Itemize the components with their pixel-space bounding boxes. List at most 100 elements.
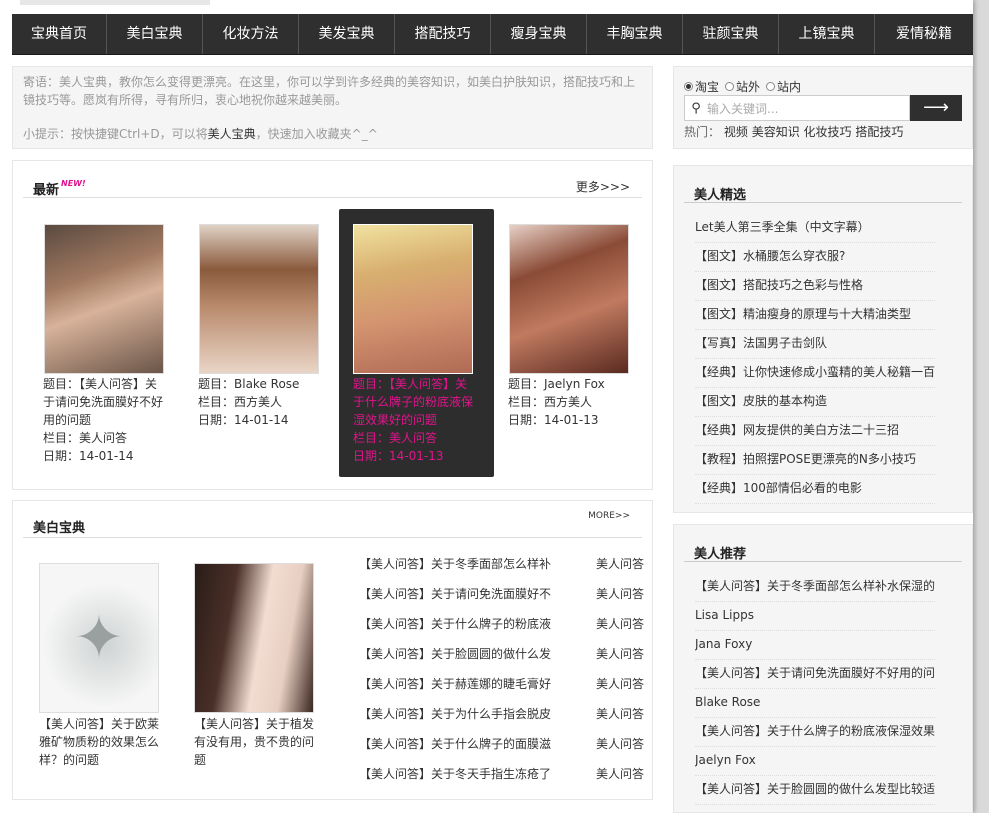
article-title[interactable]: 【美人问答】关于赫莲娜的睫毛膏好 (359, 669, 559, 699)
recommend-item[interactable]: Lisa Lipps (695, 601, 935, 631)
picks-item[interactable]: 【图文】精油瘦身的原理与十大精油类型 (695, 300, 935, 330)
card-title[interactable]: 【美人问答】关于欧莱雅矿物质粉的效果怎么样？的问题 (39, 715, 161, 769)
nav-love[interactable]: 爱情秘籍 (875, 14, 973, 54)
product-image[interactable]: ✦ (39, 563, 159, 713)
radio-dot[interactable] (766, 82, 776, 91)
article-row[interactable]: 【美人问答】关于赫莲娜的睫毛膏好 美人问答 (359, 669, 644, 699)
whitening-more-link[interactable]: MORE>> (588, 511, 630, 521)
nav-bust[interactable]: 丰胸宝典 (587, 14, 683, 54)
article-tag[interactable]: 美人问答 (596, 639, 644, 669)
nav-slimming[interactable]: 瘦身宝典 (491, 14, 587, 54)
hot-link[interactable]: 视频 (724, 125, 748, 139)
article-row[interactable]: 【美人问答】关于冬天手指生冻疮了 美人问答 (359, 759, 644, 789)
portrait-image[interactable] (194, 563, 314, 713)
article-row[interactable]: 【美人问答】关于什么牌子的面膜滋 美人问答 (359, 729, 644, 759)
article-title[interactable]: 【美人问答】关于冬天手指生冻疮了 (359, 759, 559, 789)
radio-external[interactable]: 站外 (725, 78, 760, 95)
article-row[interactable]: 【美人问答】关于请问免洗面膜好不 美人问答 (359, 579, 644, 609)
article-tag[interactable]: 美人问答 (596, 669, 644, 699)
picks-title: 美人精选 (694, 188, 747, 203)
picks-section: 美人精选 Let美人第三季全集（中文字幕） 【图文】水桶腰怎么穿衣服? 【图文】… (673, 165, 973, 513)
picks-item[interactable]: 【图文】皮肤的基本构造 (695, 387, 935, 417)
picks-item[interactable]: 【图文】水桶腰怎么穿衣服? (695, 242, 935, 272)
nav-matching[interactable]: 搭配技巧 (395, 14, 491, 54)
search-input[interactable]: ⚲ 输入关键词... (684, 95, 910, 121)
tip-suffix: ，快速加入收藏夹^_^ (255, 127, 378, 141)
article-tag[interactable]: 美人问答 (596, 549, 644, 579)
recommend-item[interactable]: Jaelyn Fox (695, 746, 935, 776)
picks-item[interactable]: 【经典】网友提供的美白方法二十三招 (695, 416, 935, 446)
picks-item[interactable]: 【教程】拍照摆POSE更漂亮的N多小技巧 (695, 445, 935, 475)
radio-internal[interactable]: 站内 (766, 78, 801, 95)
latest-card[interactable]: 题目：Blake Rose 栏目：西方美人 日期：14-01-14 (194, 209, 329, 477)
tip-prefix: 小提示：按快捷键Ctrl+D，可以将 (23, 127, 208, 141)
recommend-item[interactable]: Blake Rose (695, 688, 935, 718)
nav-makeup[interactable]: 化妆方法 (203, 14, 299, 54)
nav-home[interactable]: 宝典首页 (12, 14, 107, 54)
divider (23, 537, 642, 538)
article-row[interactable]: 【美人问答】关于为什么手指会脱皮 美人问答 (359, 699, 644, 729)
latest-card[interactable]: 题目：【美人问答】关于请问免洗面膜好不好用的问题 栏目：美人问答 日期：14-0… (39, 209, 174, 477)
article-tag[interactable]: 美人问答 (596, 699, 644, 729)
picks-item[interactable]: 【经典】100部情侣必看的电影 (695, 474, 935, 504)
whitening-card[interactable]: ✦ 【美人问答】关于欧莱雅矿物质粉的效果怎么样？的问题 (39, 563, 161, 769)
picks-item[interactable]: 【图文】搭配技巧之色彩与性格 (695, 271, 935, 301)
article-row[interactable]: 【美人问答】关于什么牌子的粉底液 美人问答 (359, 609, 644, 639)
nav-antiaging[interactable]: 驻颜宝典 (683, 14, 779, 54)
page: 宝典首页 美白宝典 化妆方法 美发宝典 搭配技巧 瘦身宝典 丰胸宝典 驻颜宝典 … (0, 0, 973, 813)
article-title[interactable]: 【美人问答】关于冬季面部怎么样补 (359, 549, 559, 579)
recommend-item[interactable]: 【美人问答】关于请问免洗面膜好不好用的问 (695, 659, 935, 689)
hot-link[interactable]: 化妆技巧 (804, 125, 852, 139)
article-title[interactable]: 【美人问答】关于什么牌子的面膜滋 (359, 729, 559, 759)
recommend-item[interactable]: 【美人问答】关于什么牌子的粉底液保湿效果 (695, 717, 935, 747)
article-title[interactable]: 【美人问答】关于什么牌子的粉底液 (359, 609, 559, 639)
article-row[interactable]: 【美人问答】关于冬季面部怎么样补 美人问答 (359, 549, 644, 579)
recommend-title: 美人推荐 (694, 547, 747, 562)
article-title[interactable]: 【美人问答】关于请问免洗面膜好不 (359, 579, 559, 609)
divider (684, 561, 962, 562)
recommend-item[interactable]: 【美人问答】关于冬季面部怎么样补水保湿的 (695, 572, 935, 602)
portrait-image[interactable] (199, 224, 319, 374)
bookmark-tip: 小提示：按快捷键Ctrl+D，可以将美人宝典，快速加入收藏夹^_^ (23, 125, 642, 143)
nav-whitening[interactable]: 美白宝典 (107, 14, 203, 54)
hot-link[interactable]: 搭配技巧 (855, 125, 903, 139)
radio-label: 站外 (736, 80, 761, 94)
radio-dot[interactable] (725, 82, 735, 91)
portrait-image[interactable] (509, 224, 629, 374)
divider (684, 202, 962, 203)
picks-item[interactable]: 【经典】让你快速修成小蛮精的美人秘籍一百 (695, 358, 935, 388)
latest-more-link[interactable]: 更多>>> (576, 178, 630, 195)
whitening-card[interactable]: 【美人问答】关于植发有没有用，贵不贵的问题 (194, 563, 316, 769)
article-tag[interactable]: 美人问答 (596, 609, 644, 639)
article-tag[interactable]: 美人问答 (596, 759, 644, 789)
portrait-image[interactable] (353, 224, 473, 374)
article-tag[interactable]: 美人问答 (596, 579, 644, 609)
picks-item[interactable]: Let美人第三季全集（中文字幕） (695, 213, 935, 243)
article-row[interactable]: 【美人问答】关于脸圆圆的做什么发 美人问答 (359, 639, 644, 669)
latest-card[interactable]: 题目：Jaelyn Fox 栏目：西方美人 日期：14-01-13 (504, 209, 639, 477)
radio-dot-checked[interactable] (684, 82, 693, 91)
hot-link[interactable]: 美容知识 (752, 125, 800, 139)
card-title[interactable]: 题目：【美人问答】关于请问免洗面膜好不好用的问题 (43, 375, 168, 429)
recommend-item[interactable]: 【美人问答】关于脸圆圆的做什么发型比较适 (695, 775, 935, 805)
latest-card-active[interactable]: 题目：【美人问答】关于什么牌子的粉底液保湿效果好的问题 栏目：美人问答 日期：1… (339, 209, 494, 477)
recommend-item[interactable]: Jana Foxy (695, 630, 935, 660)
nav-hair[interactable]: 美发宝典 (299, 14, 395, 54)
card-meta: 题目：Blake Rose 栏目：西方美人 日期：14-01-14 (198, 375, 323, 429)
hot-label: 热门： (684, 125, 721, 139)
nav-photogenic[interactable]: 上镜宝典 (779, 14, 875, 54)
article-tag[interactable]: 美人问答 (596, 729, 644, 759)
portrait-image[interactable] (44, 224, 164, 374)
card-title[interactable]: 题目：Jaelyn Fox (508, 375, 633, 393)
card-title[interactable]: 题目：【美人问答】关于什么牌子的粉底液保湿效果好的问题 (353, 375, 478, 429)
radio-taobao[interactable]: 淘宝 (684, 78, 719, 95)
hot-keywords: 热门： 视频 美容知识 化妆技巧 搭配技巧 (684, 123, 903, 140)
card-column: 栏目：西方美人 (198, 395, 283, 409)
card-column: 栏目：美人问答 (353, 431, 438, 445)
card-title[interactable]: 题目：Blake Rose (198, 375, 323, 393)
picks-item[interactable]: 【写真】法国男子击剑队 (695, 329, 935, 359)
search-button[interactable]: ⟶ (910, 95, 962, 121)
article-title[interactable]: 【美人问答】关于脸圆圆的做什么发 (359, 639, 559, 669)
article-title[interactable]: 【美人问答】关于为什么手指会脱皮 (359, 699, 559, 729)
card-title[interactable]: 【美人问答】关于植发有没有用，贵不贵的问题 (194, 715, 316, 769)
